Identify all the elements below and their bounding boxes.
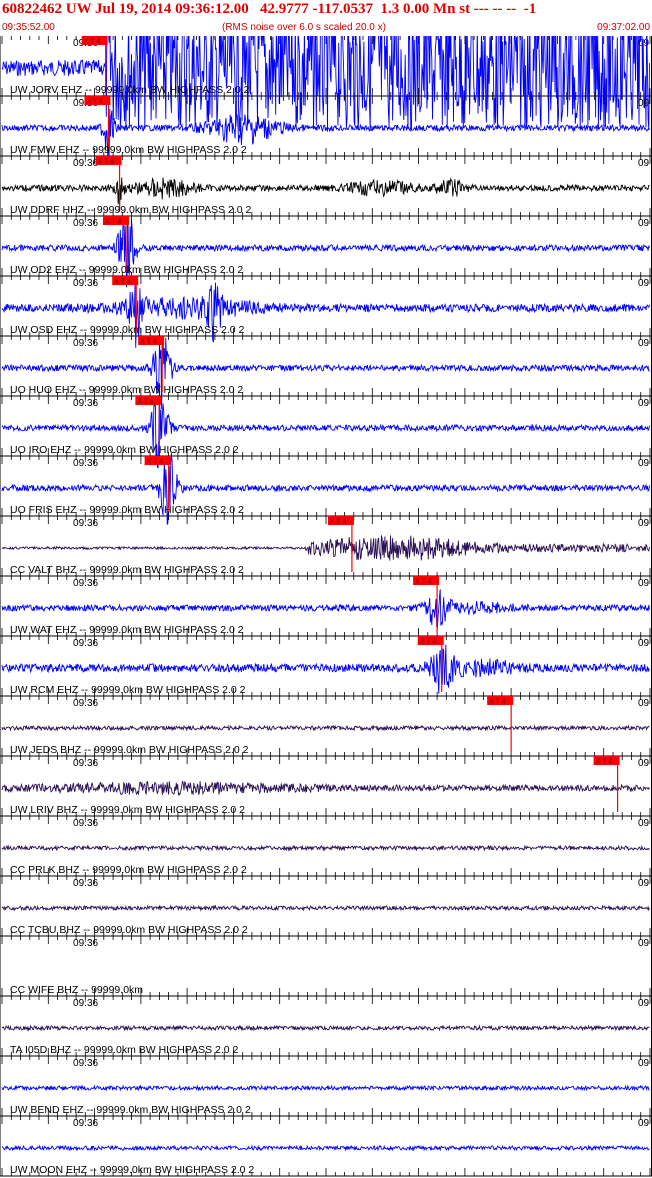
trace-label: UW JEDS BHZ -- 99999.0km BW HIGHPASS 2.0… (10, 744, 249, 756)
page-title: 60822462 UW Jul 19, 2014 09:36:12.00 42.… (2, 1, 537, 17)
waveform-trace (1, 535, 650, 561)
minute-tick-label: 09:36 (73, 218, 98, 229)
minute-tick-label: 09:36 (73, 758, 98, 769)
edge-tick-label: 09 (638, 1118, 650, 1129)
trace-label: CC PRLK BHZ -- 99999.0km BW HIGHPASS 2.0… (10, 864, 247, 876)
edge-tick-label: 09 (638, 338, 650, 349)
minute-tick-label: 09:36 (73, 458, 98, 469)
trace-label: UW LRIV BHZ -- 99999.0km BW HIGHPASS 2.0… (10, 804, 245, 816)
edge-tick-label: 09 (638, 698, 650, 709)
pick-label: X T 4 (137, 399, 154, 406)
start-time: 09:35:52.00 (2, 22, 55, 33)
waveform-trace (1, 724, 650, 732)
trace-label: UW OSD EHZ -- 99999.0km BW HIGHPASS 2.0 … (10, 324, 245, 336)
pick-label: X T 4 (98, 159, 115, 166)
pick-label: X T 4 (140, 339, 157, 346)
edge-tick-label: 09 (638, 458, 650, 469)
minute-tick-label: 09:36 (73, 998, 98, 1009)
waveform-trace (1, 780, 650, 797)
minute-tick-label: 09:36 (73, 278, 98, 289)
trace-label: UW WAT EHZ -- 99999.0km BW HIGHPASS 2.0 … (10, 624, 244, 636)
minute-tick-label: 09:36 (73, 938, 98, 949)
trace-label: CC TCBU BHZ -- 99999.0km BW HIGHPASS 2.0… (10, 924, 248, 936)
waveform-trace (1, 589, 650, 629)
edge-tick-label: 09 (638, 398, 650, 409)
edge-tick-label: 09 (638, 218, 650, 229)
trace-label: UW FMW EHZ -- 99999.0km BW HIGHPASS 2.0 … (10, 144, 247, 156)
pick-label: X T 4 (86, 99, 103, 106)
minute-tick-label: 09:36 (73, 158, 98, 169)
edge-tick-label: 09 (638, 278, 650, 289)
trace-label: UW OD2 EHZ -- 99999.0km BW HIGHPASS 2.0 … (10, 264, 243, 276)
subtitle: (RMS noise over 6.0 s scaled 20.0 x) (222, 22, 386, 33)
edge-tick-label: 09 (638, 818, 650, 829)
trace-label: UO IRO EHZ -- 99999.0km BW HIGHPASS 2.0 … (10, 444, 239, 456)
trace-label: UW JORV EHZ -- 99999.0km BW HIGHPASS 2.0… (10, 84, 250, 96)
minute-tick-label: 09:36 (73, 398, 98, 409)
pick-label: X T 4 (330, 519, 347, 526)
pick-label: X T 4 (596, 759, 613, 766)
edge-tick-label: 09 (638, 518, 650, 529)
trace-label: UO FRIS EHZ -- 99999.0km BW HIGHPASS 2.0… (10, 504, 244, 516)
edge-tick-label: 09 (638, 878, 650, 889)
pick-label: X T 4 (420, 639, 437, 646)
minute-tick-label: 09:36 (73, 1058, 98, 1069)
waveform-trace (1, 904, 650, 912)
trace-label: UW DDRF HHZ -- 99999.0km BW HIGHPASS 2.0… (10, 204, 252, 216)
minute-tick-label: 09:36 (73, 638, 98, 649)
waveform-trace (1, 1084, 650, 1092)
pick-label: X T 4 (415, 579, 432, 586)
minute-tick-label: 09:36 (73, 578, 98, 589)
minute-tick-label: 09:36 (73, 878, 98, 889)
end-time: 09:37:02.00 (597, 22, 650, 33)
trace-label: UW RCM EHZ -- 99999.0km BW HIGHPASS 2.0 … (10, 684, 246, 696)
edge-tick-label: 09 (638, 938, 650, 949)
minute-tick-label: 09:36 (73, 338, 98, 349)
header: 60822462 UW Jul 19, 2014 09:36:12.00 42.… (0, 0, 652, 36)
edge-tick-label: 09 (638, 638, 650, 649)
pick-label: X T 4 (105, 219, 122, 226)
trace-label: UW MOON EHZ -- 99999.0km BW HIGHPASS 2.0… (10, 1164, 254, 1176)
pick-label: X T 4 (114, 279, 131, 286)
edge-tick-label: 09 (638, 1058, 650, 1069)
waveform-trace (1, 1024, 650, 1032)
trace-label: UO HUO EHZ -- 99999.0km BW HIGHPASS 2.0 … (10, 384, 243, 396)
minute-tick-label: 09:36 (73, 518, 98, 529)
edge-tick-label: 09 (638, 758, 650, 769)
edge-tick-label: 09 (638, 578, 650, 589)
pick-label: X T 4 (84, 39, 101, 46)
trace-label: TA I05D BHZ -- 99999.0km BW HIGHPASS 2.0… (10, 1044, 239, 1056)
edge-tick-label: 09 (638, 158, 650, 169)
minute-tick-label: 09:36 (73, 1118, 98, 1129)
trace-label: CC VALT BHZ -- 99999.0km BW HIGHPASS 2.0… (10, 564, 244, 576)
trace-label: CC WIFE BHZ -- 99999.0km (10, 984, 143, 996)
minute-tick-label: 09:36 (73, 698, 98, 709)
seismogram-plot: 09:36 09 X T 4 UW JORV EHZ -- 99999.0km BW … (0, 36, 652, 1177)
edge-tick-label: 09 (638, 98, 650, 109)
waveform-trace (1, 1144, 650, 1152)
edge-tick-label: 09 (638, 998, 650, 1009)
pick-label: X T 4 (489, 699, 506, 706)
waveform-trace (1, 844, 650, 852)
trace-label: UW BEND EHZ -- 99999.0km BW HIGHPASS 2.0… (10, 1104, 251, 1116)
minute-tick-label: 09:36 (73, 818, 98, 829)
pick-label: X T 4 (147, 459, 164, 466)
